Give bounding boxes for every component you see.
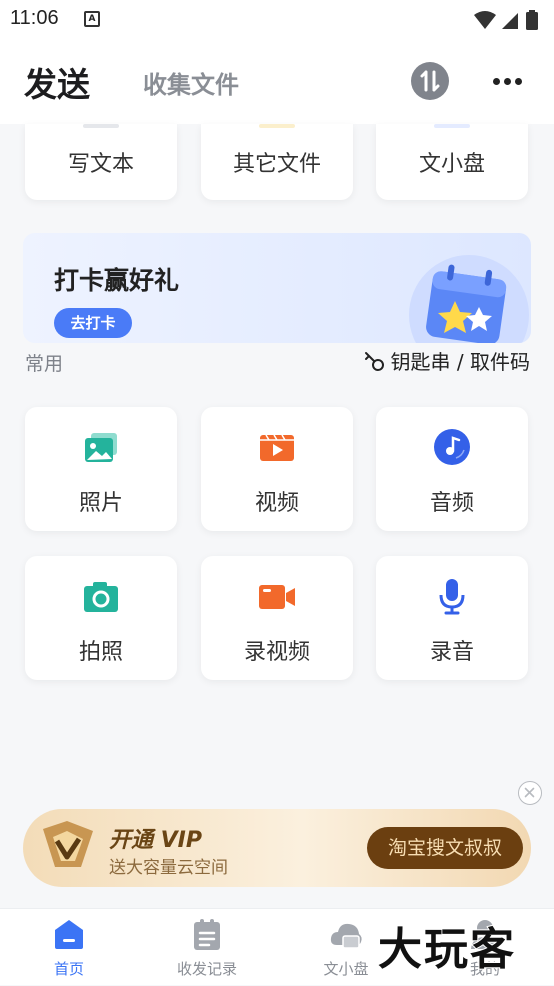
cloud-drive-icon xyxy=(330,923,362,949)
key-icon xyxy=(364,352,384,371)
microphone-icon xyxy=(439,579,465,615)
more-icon xyxy=(493,78,500,85)
mini-drive-label: 文小盘 xyxy=(418,152,485,177)
calendar-star-icon xyxy=(409,255,529,343)
record-audio-label: 录音 xyxy=(429,640,474,665)
record-video-label: 录视频 xyxy=(243,640,310,665)
camera-card[interactable]: 拍照 xyxy=(25,556,177,680)
sort-icon xyxy=(420,70,440,92)
mini-drive-icon xyxy=(434,124,470,128)
common-section-label: 常用 xyxy=(25,353,64,375)
keychain-link[interactable]: 钥匙串 / 取件码 xyxy=(363,346,530,375)
nav-records[interactable]: 收发记录 xyxy=(138,909,276,986)
top-header: 发送 收集文件 xyxy=(0,38,554,124)
nav-home-label: 首页 xyxy=(53,960,84,978)
photo-label: 照片 xyxy=(78,491,123,516)
vip-gem-icon xyxy=(43,821,93,867)
write-text-label: 写文本 xyxy=(67,152,134,177)
photo-card[interactable]: 照片 xyxy=(25,407,177,531)
watermark: 大玩客 xyxy=(377,923,516,976)
tab-collect[interactable]: 收集文件 xyxy=(143,65,239,100)
camera-icon xyxy=(84,582,118,612)
other-files-card[interactable]: 其它文件 xyxy=(201,124,353,200)
status-bar: 11:06 A xyxy=(0,0,554,38)
sim-icon: A xyxy=(84,11,100,27)
nav-records-label: 收发记录 xyxy=(176,960,237,978)
video-label: 视频 xyxy=(254,491,299,516)
video-card[interactable]: 视频 xyxy=(201,407,353,531)
banner-title: 打卡赢好礼 xyxy=(54,266,180,295)
close-icon xyxy=(524,787,535,798)
status-time: 11:06 xyxy=(10,7,59,29)
mini-drive-card[interactable]: 文小盘 xyxy=(376,124,528,200)
video-camera-icon xyxy=(259,585,295,609)
nav-home[interactable]: 首页 xyxy=(0,909,138,986)
home-icon xyxy=(55,920,83,949)
video-icon xyxy=(260,434,294,461)
audio-card[interactable]: 音频 xyxy=(376,407,528,531)
camera-label: 拍照 xyxy=(78,640,123,665)
tab-send[interactable]: 发送 xyxy=(24,58,90,106)
close-promo-button[interactable] xyxy=(518,781,542,805)
checkin-banner[interactable]: 打卡赢好礼 去打卡 xyxy=(23,233,531,343)
audio-label: 音频 xyxy=(429,491,474,516)
more-button[interactable] xyxy=(490,71,526,91)
record-audio-card[interactable]: 录音 xyxy=(376,556,528,680)
record-video-card[interactable]: 录视频 xyxy=(201,556,353,680)
promo-title: 开通 VIP xyxy=(109,828,202,853)
write-text-icon xyxy=(83,124,119,128)
signal-icons xyxy=(474,10,538,30)
photo-icon xyxy=(85,433,117,462)
promo-button[interactable]: 淘宝搜文叔叔 xyxy=(367,827,523,869)
audio-icon xyxy=(434,429,470,465)
write-text-card[interactable]: 写文本 xyxy=(25,124,177,200)
other-files-label: 其它文件 xyxy=(232,152,321,177)
sort-button[interactable] xyxy=(411,62,449,100)
records-icon xyxy=(194,919,220,950)
keychain-link-label: 钥匙串 / 取件码 xyxy=(390,350,530,374)
promo-subtitle: 送大容量云空间 xyxy=(109,858,228,878)
other-files-icon xyxy=(259,124,295,128)
vip-promo-banner[interactable]: 开通 VIP 送大容量云空间 淘宝搜文叔叔 xyxy=(23,809,531,887)
checkin-button[interactable]: 去打卡 xyxy=(54,308,132,338)
